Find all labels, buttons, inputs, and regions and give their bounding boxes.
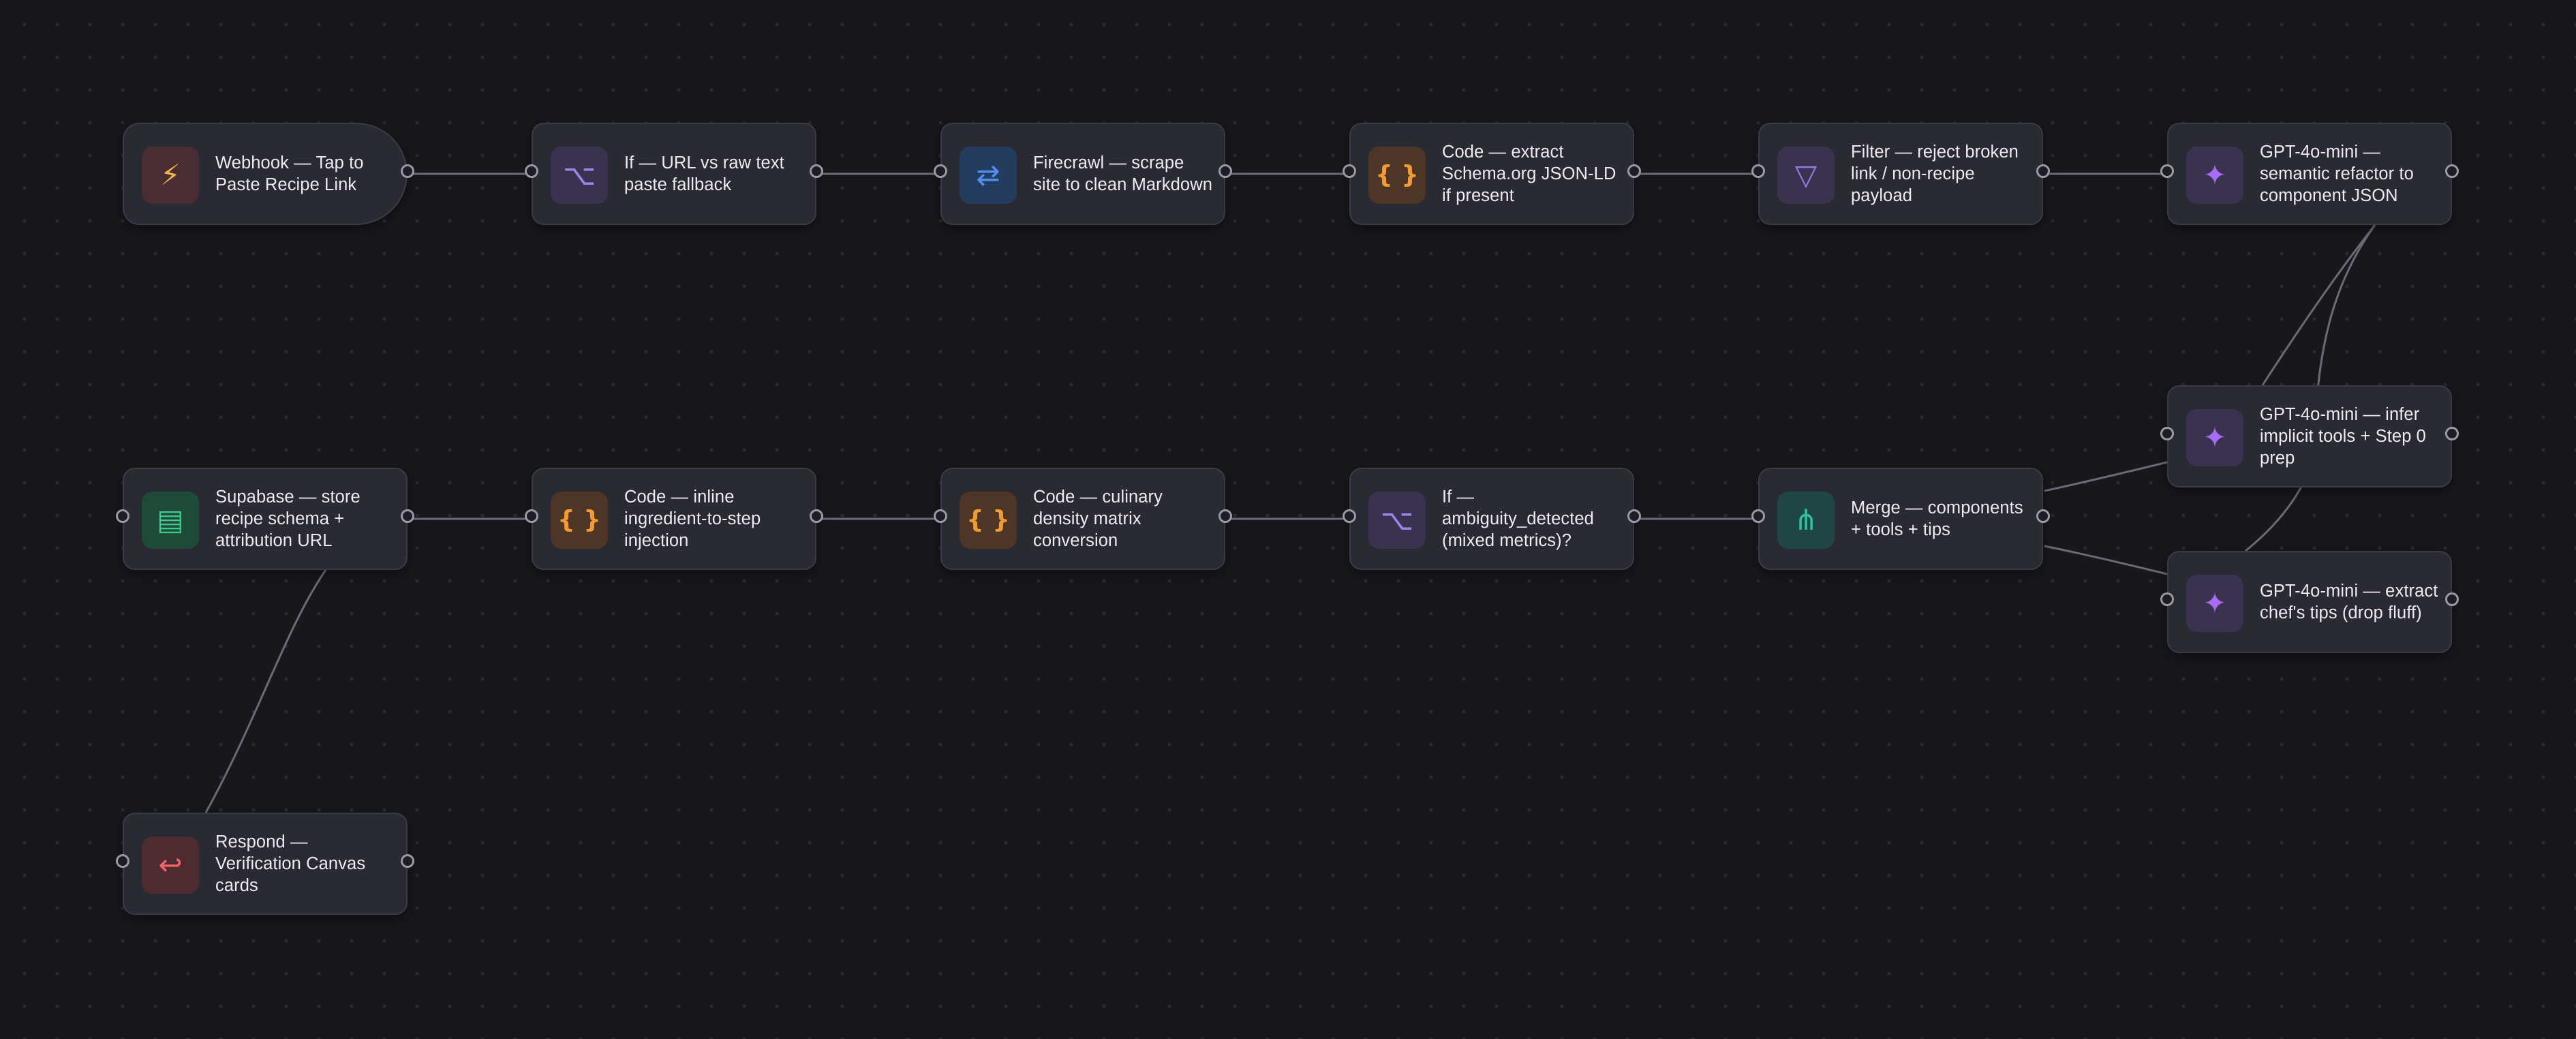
input-port[interactable]: [2160, 164, 2174, 178]
filter-triangle-icon: ▽: [1777, 147, 1835, 204]
output-port[interactable]: [2036, 509, 2050, 523]
output-port[interactable]: [1218, 164, 1232, 178]
input-port[interactable]: [1343, 164, 1356, 178]
input-port[interactable]: [116, 854, 129, 868]
sparkle-icon: ✦: [2186, 147, 2243, 204]
edge-supabase-respond[interactable]: [204, 569, 327, 813]
node-label: If — ambiguity_detected (mixed metrics)?: [1442, 487, 1594, 550]
node-label: Supabase — store recipe schema + attribu…: [215, 487, 361, 550]
braces-icon: { }: [1368, 147, 1426, 204]
input-port[interactable]: [525, 164, 538, 178]
input-port[interactable]: [934, 164, 947, 178]
output-port[interactable]: [2445, 427, 2459, 440]
node-label: Filter — reject broken link / non-recipe…: [1851, 142, 2019, 205]
input-port[interactable]: [1343, 509, 1356, 523]
branch-icon: ⌥: [551, 147, 608, 204]
lightning-icon: ⚡: [142, 147, 199, 204]
input-port[interactable]: [2160, 592, 2174, 606]
node-label: Code — culinary density matrix conversio…: [1033, 487, 1163, 550]
input-port[interactable]: [2160, 427, 2174, 440]
node-label: GPT-4o-mini — infer implicit tools + Ste…: [2260, 405, 2426, 468]
node-if-url[interactable]: ⌥ If — URL vs raw text paste fallback: [525, 123, 823, 225]
node-webhook[interactable]: ⚡ Webhook — Tap to Paste Recipe Link: [123, 123, 414, 225]
node-label: Merge — components + tools + tips: [1851, 498, 2023, 539]
node-label: Respond — Verification Canvas cards: [215, 832, 366, 895]
node-label: GPT-4o-mini — semantic refactor to compo…: [2260, 142, 2414, 205]
edge-tips-merge[interactable]: [2044, 545, 2168, 575]
output-port[interactable]: [401, 164, 414, 178]
output-port[interactable]: [1627, 509, 1641, 523]
node-label: GPT-4o-mini — extract chef's tips (drop …: [2260, 582, 2438, 622]
node-label: Code — inline ingredient-to-step injecti…: [624, 487, 761, 550]
node-merge[interactable]: ⋔ Merge — components + tools + tips: [1751, 468, 2050, 570]
output-port[interactable]: [810, 509, 823, 523]
braces-icon: { }: [960, 492, 1017, 549]
node-firecrawl[interactable]: ⇄ Firecrawl — scrape site to clean Markd…: [934, 123, 1232, 225]
output-port[interactable]: [810, 164, 823, 178]
sparkle-icon: ✦: [2186, 575, 2243, 632]
sparkle-icon: ✦: [2186, 409, 2243, 466]
node-label: Webhook — Tap to Paste Recipe Link: [215, 153, 364, 194]
node-label: If — URL vs raw text paste fallback: [624, 153, 784, 194]
database-icon: ▤: [142, 492, 199, 549]
node-code-schema[interactable]: { } Code — extract Schema.org JSON-LD if…: [1343, 123, 1641, 225]
swap-arrows-icon: ⇄: [960, 147, 1017, 204]
node-respond[interactable]: ↩ Respond — Verification Canvas cards: [116, 813, 414, 915]
node-filter[interactable]: ▽ Filter — reject broken link / non-reci…: [1751, 123, 2050, 225]
input-port[interactable]: [1751, 164, 1765, 178]
node-gpt-tips[interactable]: ✦ GPT-4o-mini — extract chef's tips (dro…: [2160, 551, 2459, 653]
node-code-inline[interactable]: { } Code — inline ingredient-to-step inj…: [525, 468, 823, 570]
braces-icon: { }: [551, 492, 608, 549]
edge-tools-merge[interactable]: [2044, 461, 2168, 492]
output-port[interactable]: [401, 509, 414, 523]
node-code-density[interactable]: { } Code — culinary density matrix conve…: [934, 468, 1232, 570]
input-port[interactable]: [116, 509, 129, 523]
edge-gpt-refactor-tools[interactable]: [2261, 224, 2376, 386]
node-if-ambiguity[interactable]: ⌥ If — ambiguity_detected (mixed metrics…: [1343, 468, 1641, 570]
output-port[interactable]: [1218, 509, 1232, 523]
branch-icon: ⌥: [1368, 492, 1426, 549]
node-supabase[interactable]: ▤ Supabase — store recipe schema + attri…: [116, 468, 414, 570]
input-port[interactable]: [1751, 509, 1765, 523]
return-arrow-icon: ↩: [142, 837, 199, 894]
output-port[interactable]: [2445, 164, 2459, 178]
output-port[interactable]: [401, 854, 414, 868]
node-label: Firecrawl — scrape site to clean Markdow…: [1033, 153, 1212, 194]
node-gpt-tools[interactable]: ✦ GPT-4o-mini — infer implicit tools + S…: [2160, 385, 2459, 487]
output-port[interactable]: [2036, 164, 2050, 178]
input-port[interactable]: [525, 509, 538, 523]
workflow-canvas[interactable]: ⚡ Webhook — Tap to Paste Recipe Link ⌥ I…: [0, 0, 2576, 1039]
output-port[interactable]: [2445, 592, 2459, 606]
merge-icon: ⋔: [1777, 492, 1835, 549]
node-gpt-refactor[interactable]: ✦ GPT-4o-mini — semantic refactor to com…: [2160, 123, 2459, 225]
input-port[interactable]: [934, 509, 947, 523]
node-label: Code — extract Schema.org JSON-LD if pre…: [1442, 142, 1616, 205]
output-port[interactable]: [1627, 164, 1641, 178]
